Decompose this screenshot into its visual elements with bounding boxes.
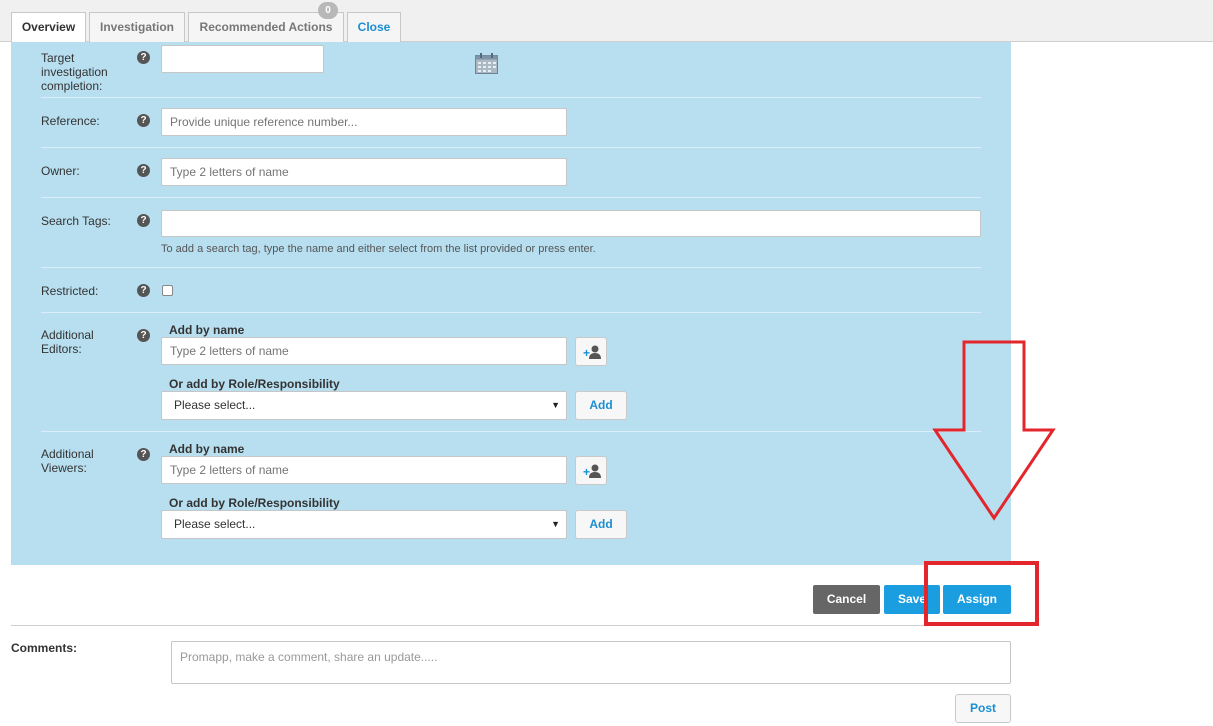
add-person-icon: + bbox=[583, 464, 601, 479]
viewers-label-line2: Viewers: bbox=[41, 461, 87, 475]
viewers-role-select-value: Please select... bbox=[174, 517, 256, 531]
editors-label-line1: Additional bbox=[41, 328, 94, 342]
dropdown-caret-icon: ▼ bbox=[551, 400, 560, 410]
help-icon[interactable]: ? bbox=[137, 284, 150, 297]
svg-text:+: + bbox=[583, 346, 590, 360]
target-label-line2: investigation bbox=[41, 65, 108, 79]
dropdown-caret-icon: ▼ bbox=[551, 519, 560, 529]
search-tags-hint: To add a search tag, type the name and e… bbox=[161, 243, 596, 255]
assign-button[interactable]: Assign bbox=[943, 585, 1011, 614]
help-icon[interactable]: ? bbox=[137, 164, 150, 177]
owner-input[interactable] bbox=[161, 158, 567, 186]
save-button[interactable]: Save bbox=[884, 585, 940, 614]
editors-add-by-role-label: Or add by Role/Responsibility bbox=[169, 377, 340, 391]
divider bbox=[41, 197, 981, 198]
editors-label-line2: Editors: bbox=[41, 342, 82, 356]
viewers-add-by-name-label: Add by name bbox=[169, 442, 245, 456]
help-icon[interactable]: ? bbox=[137, 51, 150, 64]
target-completion-label: Target investigation completion: bbox=[41, 51, 108, 93]
viewers-label-line1: Additional bbox=[41, 447, 94, 461]
editors-add-by-name-label: Add by name bbox=[169, 323, 245, 337]
tab-bar: Overview Investigation Recommended Actio… bbox=[0, 0, 1213, 43]
svg-text:+: + bbox=[583, 465, 590, 479]
viewers-add-role-button[interactable]: Add bbox=[575, 510, 627, 539]
target-label-line3: completion: bbox=[41, 79, 103, 93]
tab-overview[interactable]: Overview bbox=[11, 12, 86, 43]
add-person-icon: + bbox=[583, 345, 601, 360]
comment-textarea[interactable]: Promapp, make a comment, share an update… bbox=[171, 641, 1011, 684]
help-icon[interactable]: ? bbox=[137, 448, 150, 461]
additional-viewers-label: Additional Viewers: bbox=[41, 447, 94, 475]
additional-editors-label: Additional Editors: bbox=[41, 328, 94, 356]
calendar-icon[interactable] bbox=[475, 53, 498, 74]
editors-role-select-value: Please select... bbox=[174, 398, 256, 412]
search-tags-label: Search Tags: bbox=[41, 214, 111, 228]
divider bbox=[41, 97, 981, 98]
cancel-button[interactable]: Cancel bbox=[813, 585, 880, 614]
comments-label: Comments: bbox=[11, 641, 78, 655]
help-icon[interactable]: ? bbox=[137, 329, 150, 342]
target-date-input[interactable] bbox=[161, 45, 324, 73]
reference-input[interactable] bbox=[161, 108, 567, 136]
viewers-role-select[interactable]: Please select... ▼ bbox=[161, 510, 567, 539]
divider bbox=[41, 431, 981, 432]
divider bbox=[11, 625, 1011, 626]
owner-label: Owner: bbox=[41, 164, 80, 178]
divider bbox=[41, 312, 981, 313]
divider bbox=[41, 267, 981, 268]
target-label-line1: Target bbox=[41, 51, 75, 65]
form-panel: Target investigation completion: ? Refer… bbox=[11, 42, 1011, 565]
editors-add-person-button[interactable]: + bbox=[575, 337, 607, 366]
post-button[interactable]: Post bbox=[955, 694, 1011, 723]
reference-label: Reference: bbox=[41, 114, 100, 128]
editors-name-input[interactable] bbox=[161, 337, 567, 365]
recommended-actions-count-badge: 0 bbox=[318, 2, 338, 19]
viewers-name-input[interactable] bbox=[161, 456, 567, 484]
tab-close[interactable]: Close bbox=[347, 12, 401, 42]
help-icon[interactable]: ? bbox=[137, 214, 150, 227]
divider bbox=[41, 147, 981, 148]
viewers-add-by-role-label: Or add by Role/Responsibility bbox=[169, 496, 340, 510]
search-tags-input[interactable] bbox=[161, 210, 981, 237]
restricted-checkbox[interactable] bbox=[162, 285, 173, 296]
editors-role-select[interactable]: Please select... ▼ bbox=[161, 391, 567, 420]
restricted-label: Restricted: bbox=[41, 284, 99, 298]
tab-investigation[interactable]: Investigation bbox=[89, 12, 185, 42]
editors-add-role-button[interactable]: Add bbox=[575, 391, 627, 420]
help-icon[interactable]: ? bbox=[137, 114, 150, 127]
viewers-add-person-button[interactable]: + bbox=[575, 456, 607, 485]
